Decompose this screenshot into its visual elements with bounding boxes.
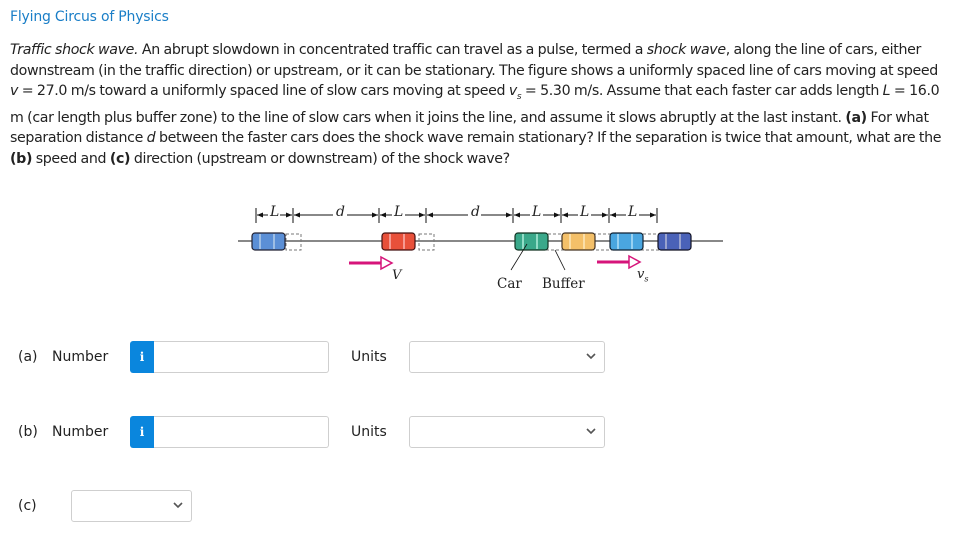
label-L-2: L bbox=[394, 204, 404, 220]
chevron-down-icon bbox=[173, 502, 183, 509]
part-b-info-icon[interactable]: i bbox=[130, 416, 154, 448]
problem-title: Traffic shock wave. bbox=[10, 42, 139, 58]
label-vs: vs bbox=[637, 267, 649, 284]
car-yellow-slow bbox=[561, 232, 596, 251]
part-b-units-select[interactable] bbox=[409, 416, 605, 448]
label-buffer: Buffer bbox=[542, 276, 585, 292]
part-b-units-label: Units bbox=[351, 424, 387, 440]
part-b-label: (b) bbox=[18, 424, 38, 440]
label-L-3: L bbox=[532, 204, 542, 220]
part-a-number-label: Number bbox=[52, 349, 109, 365]
car-green-slow bbox=[514, 232, 549, 251]
part-a-number-input[interactable] bbox=[154, 341, 329, 373]
part-b-number-label: Number bbox=[52, 424, 109, 440]
velocity-arrow-vs bbox=[597, 254, 642, 270]
part-c-label: (c) bbox=[18, 498, 37, 514]
label-d-2: d bbox=[471, 204, 480, 220]
chevron-down-icon bbox=[586, 428, 596, 435]
part-a-units-select[interactable] bbox=[409, 341, 605, 373]
car-lightblue-slow bbox=[609, 232, 644, 251]
problem-statement: Traffic shock wave. An abrupt slowdown i… bbox=[10, 42, 942, 167]
label-V: V bbox=[392, 268, 402, 283]
chevron-down-icon bbox=[586, 353, 596, 360]
label-L-1: L bbox=[270, 204, 280, 220]
traffic-figure: L d L d L L L V vs Car Buffer bbox=[235, 198, 725, 298]
label-L-5: L bbox=[628, 204, 638, 220]
source-title: Flying Circus of Physics bbox=[10, 9, 169, 25]
traffic-diagram bbox=[238, 208, 723, 271]
label-d-1: d bbox=[336, 204, 345, 220]
part-c-direction-select[interactable] bbox=[71, 490, 192, 522]
velocity-arrow-v bbox=[349, 255, 394, 271]
dimension-lines bbox=[255, 208, 658, 223]
part-a-units-label: Units bbox=[351, 349, 387, 365]
car-red-fast bbox=[381, 232, 416, 251]
label-L-4: L bbox=[580, 204, 590, 220]
part-a-info-icon[interactable]: i bbox=[130, 341, 154, 373]
car-blue-fast bbox=[251, 232, 286, 251]
car-navy-slow bbox=[657, 232, 692, 251]
label-car: Car bbox=[497, 276, 522, 292]
buffer-callout-line bbox=[554, 249, 566, 271]
part-a-label: (a) bbox=[18, 349, 38, 365]
part-b-number-input[interactable] bbox=[154, 416, 329, 448]
